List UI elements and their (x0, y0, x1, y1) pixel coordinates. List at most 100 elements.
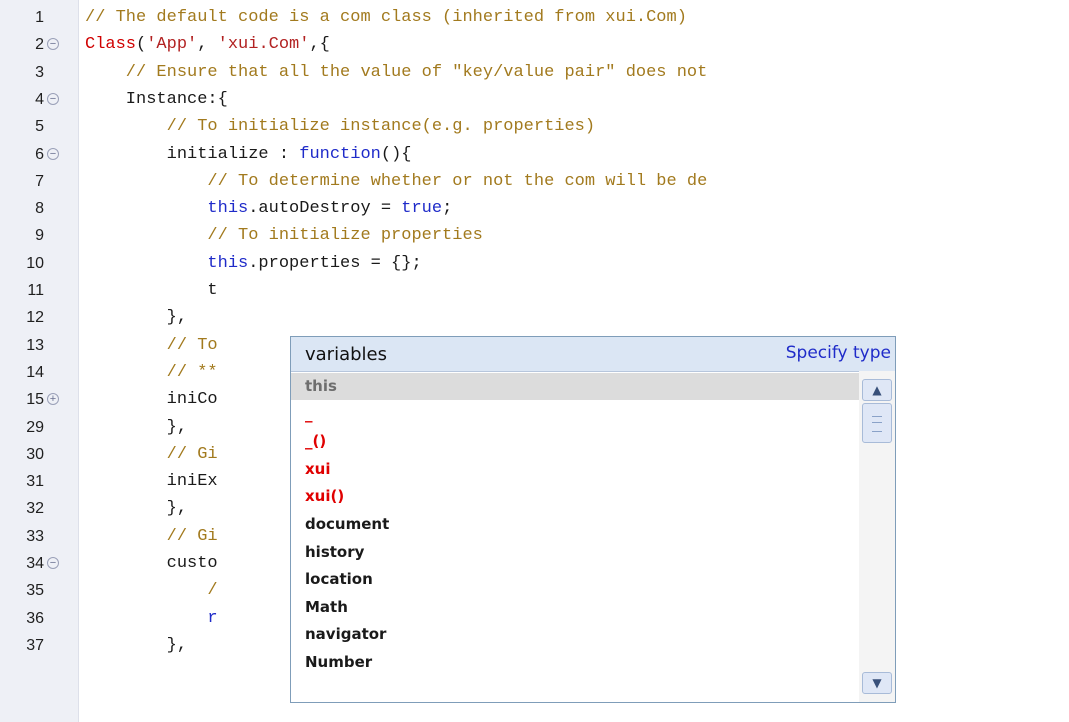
code-token: // To initialize instance(e.g. propertie… (85, 117, 596, 137)
line-code: // To initialize instance(e.g. propertie… (85, 113, 595, 140)
line-code: initialize : function(){ (85, 141, 412, 168)
code-token: // Ensure that all the value of "key/val… (85, 62, 708, 82)
line-number: 11 (27, 282, 44, 299)
line-number: 15 (26, 391, 44, 409)
code-token: .properties = {}; (248, 253, 422, 273)
line-number: 31 (26, 473, 44, 491)
collapse-fold-icon[interactable]: − (47, 557, 59, 569)
expand-fold-icon[interactable]: + (47, 393, 59, 406)
line-number: 37 (26, 636, 44, 654)
suggestion-item[interactable]: navigator (291, 621, 859, 648)
code-token: r (85, 608, 218, 628)
line-code: this.properties = {}; (85, 250, 422, 277)
code-token: this (207, 253, 249, 273)
line-code: Class('App', 'xui.Com',{ (85, 31, 330, 58)
suggestion-item[interactable]: location (291, 566, 859, 593)
line-code: t (85, 277, 217, 304)
code-token: / (85, 581, 218, 601)
suggestion-item[interactable]: _() (291, 428, 859, 455)
code-token: true (401, 199, 443, 219)
line-number: 12 (26, 309, 44, 327)
code-token: initialize : (85, 144, 300, 164)
code-token: .autoDestroy = (248, 199, 402, 219)
code-token: custo (85, 554, 218, 573)
autocomplete-popup: variables Specify type this _ _() xui xui() d… (290, 336, 896, 703)
code-line: 10 this.properties = {}; (0, 250, 1069, 277)
line-number: 9 (35, 227, 44, 245)
popup-title: variables (305, 344, 387, 365)
line-code: r (85, 605, 218, 632)
code-line: 5 // To initialize instance(e.g. propert… (0, 113, 1069, 140)
code-token: iniEx (85, 472, 218, 492)
code-token: 'xui.Com' (217, 35, 310, 55)
code-token: }, (85, 499, 188, 519)
chevron-down-icon[interactable]: ▼ (862, 672, 892, 694)
code-token: }, (85, 308, 188, 328)
line-number: 33 (26, 527, 44, 545)
line-code: }, (85, 304, 187, 331)
line-code: }, (85, 632, 187, 659)
code-line: 8 this.autoDestroy = true; (0, 195, 1069, 222)
line-number: 10 (26, 254, 44, 272)
suggestion-item[interactable]: this (291, 373, 859, 400)
suggestion-item[interactable]: Number (291, 649, 859, 676)
suggestion-list[interactable]: this _ _() xui xui() document history location M… (291, 371, 859, 702)
specify-type-link[interactable]: Specify type (786, 343, 891, 363)
line-code: // Gi (85, 441, 218, 468)
line-number: 5 (35, 118, 44, 136)
chevron-up-icon[interactable]: ▲ (862, 379, 892, 401)
suggestion-item[interactable]: Math (291, 594, 859, 621)
suggestion-item[interactable]: document (291, 511, 859, 538)
code-line: 1 // The default code is a com class (inh… (0, 4, 1069, 31)
line-number: 6 (35, 145, 44, 163)
collapse-fold-icon[interactable]: − (47, 92, 59, 105)
line-number: 29 (26, 418, 44, 436)
code-token: (){ (380, 144, 412, 164)
code-token: // Gi (85, 444, 218, 464)
code-line: 11 t (0, 277, 1069, 304)
code-token: Instance:{ (85, 89, 228, 109)
popup-header: variables Specify type (291, 337, 895, 372)
code-token: }, (85, 635, 188, 655)
line-code: Instance:{ (85, 86, 228, 113)
code-line: 4− Instance:{ (0, 86, 1069, 113)
code-line: 2− Class('App', 'xui.Com',{ (0, 31, 1069, 58)
code-token: // The default code is a com class (inhe… (85, 8, 687, 27)
code-token: // To determine whether or not the com w… (85, 171, 708, 191)
line-number: 3 (35, 63, 44, 81)
code-line: 6− initialize : function(){ (0, 141, 1069, 168)
line-number: 8 (35, 200, 44, 218)
collapse-fold-icon[interactable]: − (47, 38, 59, 51)
line-number: 35 (26, 582, 44, 600)
line-number: 32 (26, 500, 44, 518)
code-token: // ** (85, 362, 218, 382)
grip-icon (872, 416, 882, 432)
line-code: // To determine whether or not the com w… (85, 168, 707, 195)
suggestion-item[interactable]: xui (291, 456, 859, 483)
line-code: iniCo (85, 386, 218, 413)
line-number: 30 (26, 445, 44, 463)
line-code: this.autoDestroy = true; (85, 195, 452, 222)
suggestion-item[interactable]: _ (291, 401, 859, 428)
code-line: 9 // To initialize properties (0, 222, 1069, 249)
scrollbar-thumb[interactable] (862, 403, 892, 443)
line-number: 1 (35, 9, 44, 26)
line-number: 36 (26, 609, 44, 627)
line-code: iniEx (85, 468, 218, 495)
suggestion-item[interactable]: xui() (291, 483, 859, 510)
collapse-fold-icon[interactable]: − (47, 147, 59, 160)
suggestion-item[interactable]: history (291, 539, 859, 566)
code-token: Class (85, 35, 137, 55)
code-line: 7 // To determine whether or not the com… (0, 168, 1069, 195)
line-code: }, (85, 495, 187, 522)
code-token: iniCo (85, 390, 218, 410)
line-code: }, (85, 414, 187, 441)
code-token: // To initialize properties (85, 226, 483, 246)
line-code: // To initialize properties (85, 222, 483, 249)
line-number: 14 (26, 363, 44, 381)
code-token: // Gi (85, 526, 218, 546)
line-number: 4 (35, 90, 44, 108)
suggestion-scrollbar[interactable]: ▲ ▼ (859, 371, 895, 702)
code-token: this (207, 199, 249, 219)
